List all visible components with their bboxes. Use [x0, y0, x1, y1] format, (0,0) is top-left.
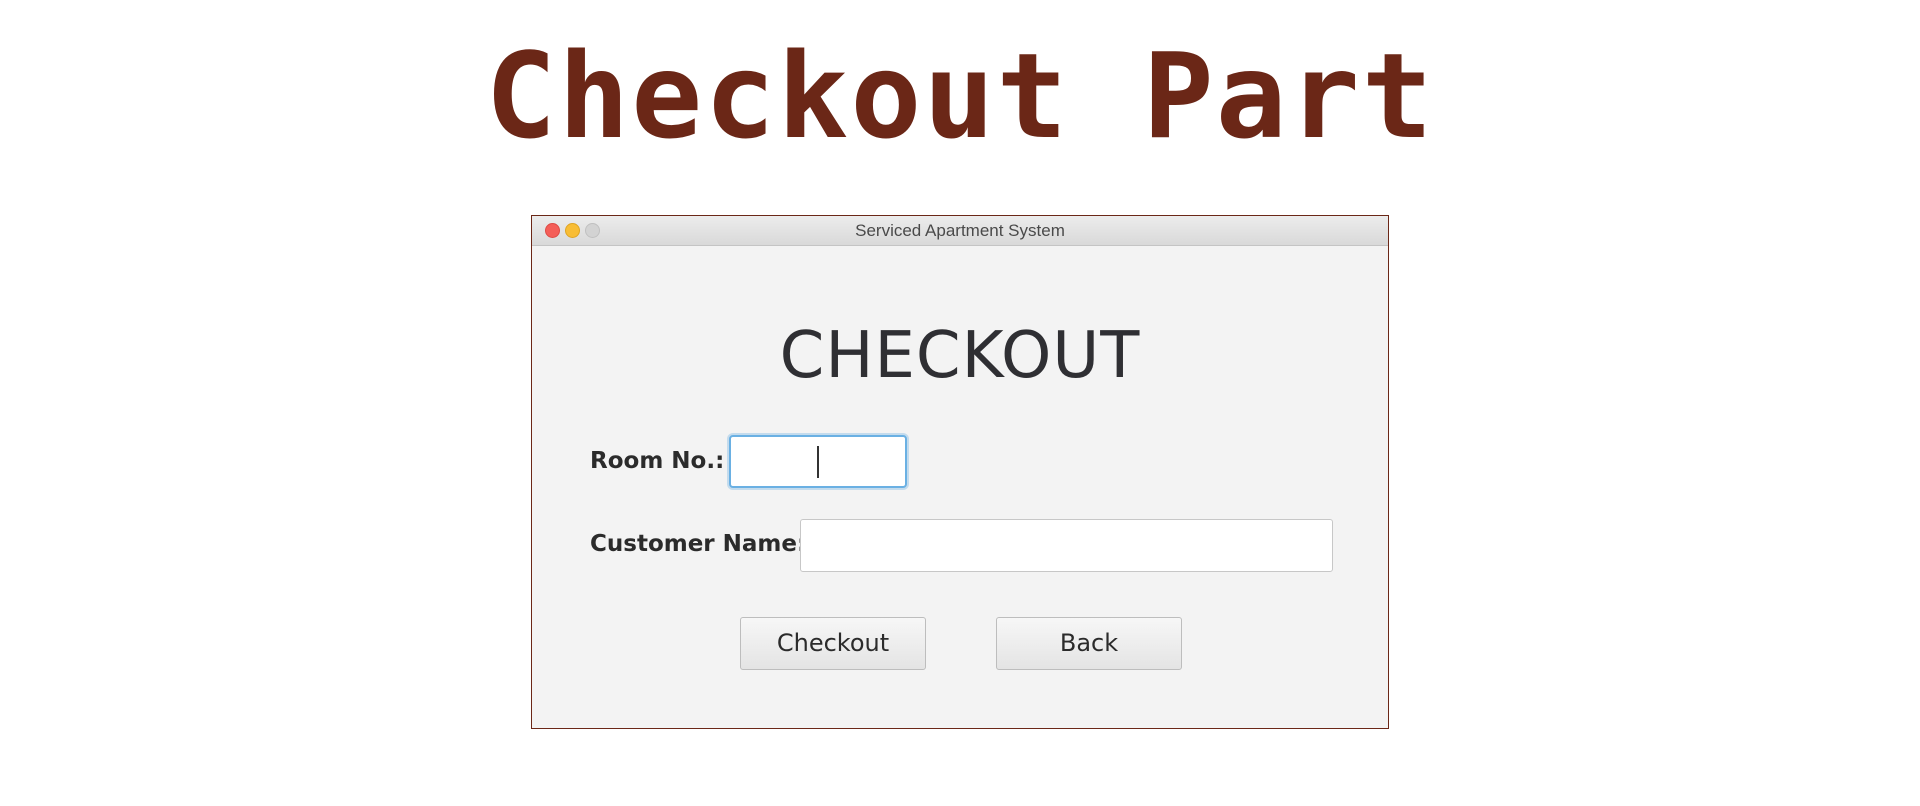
customer-name-label: Customer Name: [590, 531, 807, 557]
back-button[interactable]: Back [996, 617, 1182, 670]
window-title: Serviced Apartment System [855, 221, 1065, 240]
room-number-input[interactable] [729, 435, 907, 488]
window-titlebar[interactable]: Serviced Apartment System [532, 216, 1388, 246]
customer-name-input[interactable] [800, 519, 1333, 572]
room-number-label: Room No.: [590, 448, 725, 474]
text-cursor [817, 446, 819, 478]
app-window: Serviced Apartment System CHECKOUT Room … [531, 215, 1389, 729]
checkout-button[interactable]: Checkout [740, 617, 926, 670]
checkout-heading: CHECKOUT [779, 319, 1141, 393]
page-title: Checkout Part [485, 27, 1435, 165]
